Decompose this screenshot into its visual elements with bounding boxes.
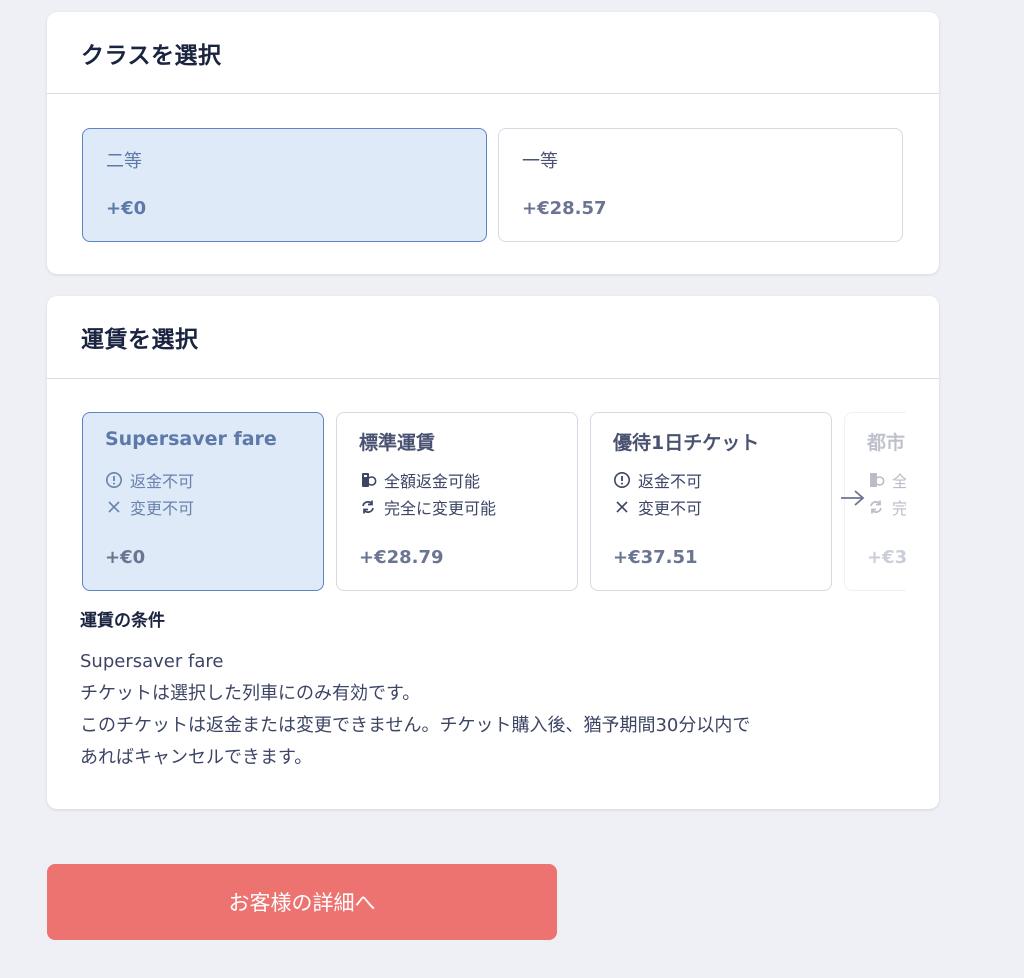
fare-condition: 返金不可 <box>105 468 194 492</box>
class-option-first[interactable]: 一等 +€28.57 <box>498 128 903 242</box>
fare-selection-card: 運賃を選択 Supersaver fare 返金不可 変更不可 +€0 標準運賃… <box>47 296 939 809</box>
fare-condition-text: 全額返金可能 <box>892 472 906 491</box>
fare-option-price: +€28.79 <box>359 547 444 568</box>
fare-condition-text: 完全に変更可能 <box>892 499 906 518</box>
fare-option-1day-pass[interactable]: 優待1日チケット 返金不可 変更不可 +€37.51 <box>590 412 832 591</box>
fare-condition-text: 変更不可 <box>130 499 195 518</box>
class-selection-card: クラスを選択 二等 +€0 一等 +€28.57 <box>47 12 939 274</box>
refund-icon <box>362 473 377 487</box>
alert-circle-icon <box>614 472 630 488</box>
fare-section-title: 運賃を選択 <box>81 327 199 353</box>
class-option-price: +€28.57 <box>522 198 607 219</box>
fare-condition-text: 返金不可 <box>130 472 195 491</box>
class-section-title: クラスを選択 <box>81 42 222 69</box>
alert-circle-icon <box>106 472 122 488</box>
fare-condition: 全額返金可能 <box>359 468 480 492</box>
fare-condition-text: 全額返金可能 <box>384 472 481 491</box>
fare-condition: 完全に変更可能 <box>867 495 906 519</box>
arrow-right-icon[interactable] <box>839 486 867 510</box>
fare-conditions-line: チケットは選択した列車にのみ有効です。 <box>80 683 421 704</box>
fare-conditions-line: Supersaver fare <box>80 651 224 672</box>
fare-condition: 全額返金可能 <box>867 468 906 492</box>
fare-option-price: +€3 <box>867 547 906 568</box>
refund-icon <box>870 473 885 487</box>
class-option-price: +€0 <box>106 198 147 219</box>
fare-option-standard[interactable]: 標準運賃 全額返金可能 完全に変更可能 +€28.79 <box>336 412 578 591</box>
fare-option-supersaver[interactable]: Supersaver fare 返金不可 変更不可 +€0 <box>82 412 324 591</box>
fare-condition: 変更不可 <box>105 495 194 519</box>
refresh-icon <box>362 500 374 514</box>
fare-conditions-line: このチケットは返金または変更できません。チケット購入後、猶予期間30分以内で <box>80 715 751 736</box>
fare-condition-text: 返金不可 <box>638 472 703 491</box>
fare-option-name: 都市 <box>867 432 906 454</box>
x-icon <box>616 501 628 513</box>
class-option-name: 二等 <box>106 151 142 172</box>
fare-option-price: +€37.51 <box>613 547 698 568</box>
fare-conditions-line: あればキャンセルできます。 <box>80 747 313 768</box>
fare-condition-text: 完全に変更可能 <box>384 499 497 518</box>
fare-options-carousel[interactable]: Supersaver fare 返金不可 変更不可 +€0 標準運賃 全額返金可… <box>82 412 906 592</box>
class-option-second[interactable]: 二等 +€0 <box>82 128 487 242</box>
fare-option-name: 標準運賃 <box>359 432 436 454</box>
class-card-header: クラスを選択 <box>47 12 939 94</box>
fare-condition: 返金不可 <box>613 468 702 492</box>
fare-option-price: +€0 <box>105 547 146 568</box>
fare-condition-text: 変更不可 <box>638 499 703 518</box>
refresh-icon <box>870 500 882 514</box>
x-icon <box>108 501 120 513</box>
fare-condition: 完全に変更可能 <box>359 495 496 519</box>
fare-option-name: 優待1日チケット <box>613 432 760 454</box>
continue-to-details-button[interactable]: お客様の詳細へ <box>47 864 557 940</box>
fare-condition: 変更不可 <box>613 495 702 519</box>
fare-card-header: 運賃を選択 <box>47 296 939 379</box>
class-option-name: 一等 <box>522 151 558 172</box>
fare-conditions-title: 運賃の条件 <box>80 611 165 631</box>
fare-option-name: Supersaver fare <box>105 428 277 450</box>
